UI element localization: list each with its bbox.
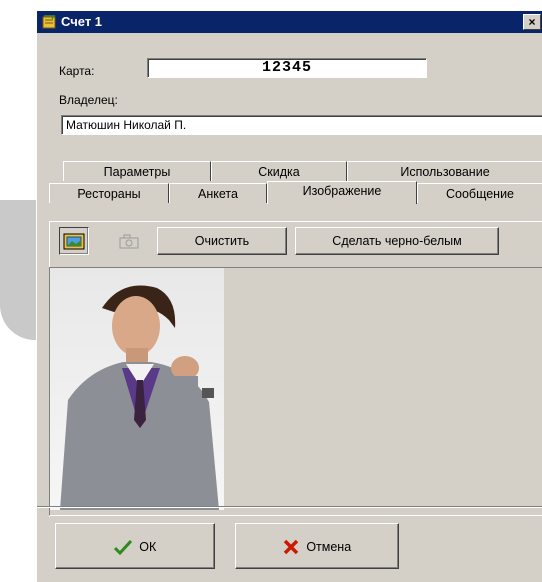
owner-label: Владелец: [59, 93, 118, 107]
card-label: Карта: [59, 64, 95, 78]
cancel-button[interactable]: Отмена [235, 523, 399, 569]
dialog-window: Счет 1 × Карта: 12345 Владелец: Матюшин … [36, 10, 542, 582]
tab-parameters[interactable]: Параметры [63, 161, 211, 181]
tab-questionnaire[interactable]: Анкета [169, 183, 267, 203]
notebook-icon [42, 15, 56, 29]
make-bw-button[interactable]: Сделать черно-белым [295, 227, 499, 255]
tab-restaurants[interactable]: Рестораны [49, 183, 169, 203]
tab-usage[interactable]: Использование [347, 161, 542, 181]
owner-field[interactable]: Матюшин Николай П. [61, 115, 542, 135]
ok-button[interactable]: ОК [55, 523, 215, 569]
tab-message[interactable]: Сообщение [417, 183, 542, 203]
cross-icon [283, 539, 299, 554]
portrait-photo [50, 268, 224, 510]
tab-image[interactable]: Изображение [267, 181, 417, 204]
capture-button[interactable] [109, 229, 149, 255]
checkmark-icon [113, 539, 132, 555]
ok-label: ОК [139, 539, 157, 554]
clear-button[interactable]: Очистить [157, 227, 287, 255]
title-bar[interactable]: Счет 1 × [37, 11, 542, 33]
window-title: Счет 1 [61, 14, 103, 29]
load-image-button[interactable] [59, 227, 89, 255]
image-preview-area [49, 267, 542, 516]
footer-divider [37, 506, 542, 508]
tab-discount[interactable]: Скидка [211, 161, 347, 181]
close-button[interactable]: × [523, 14, 541, 30]
camera-icon [119, 234, 139, 249]
cancel-label: Отмена [306, 539, 352, 554]
card-number-field[interactable]: 12345 [147, 58, 427, 78]
folder-open-icon [63, 233, 85, 250]
